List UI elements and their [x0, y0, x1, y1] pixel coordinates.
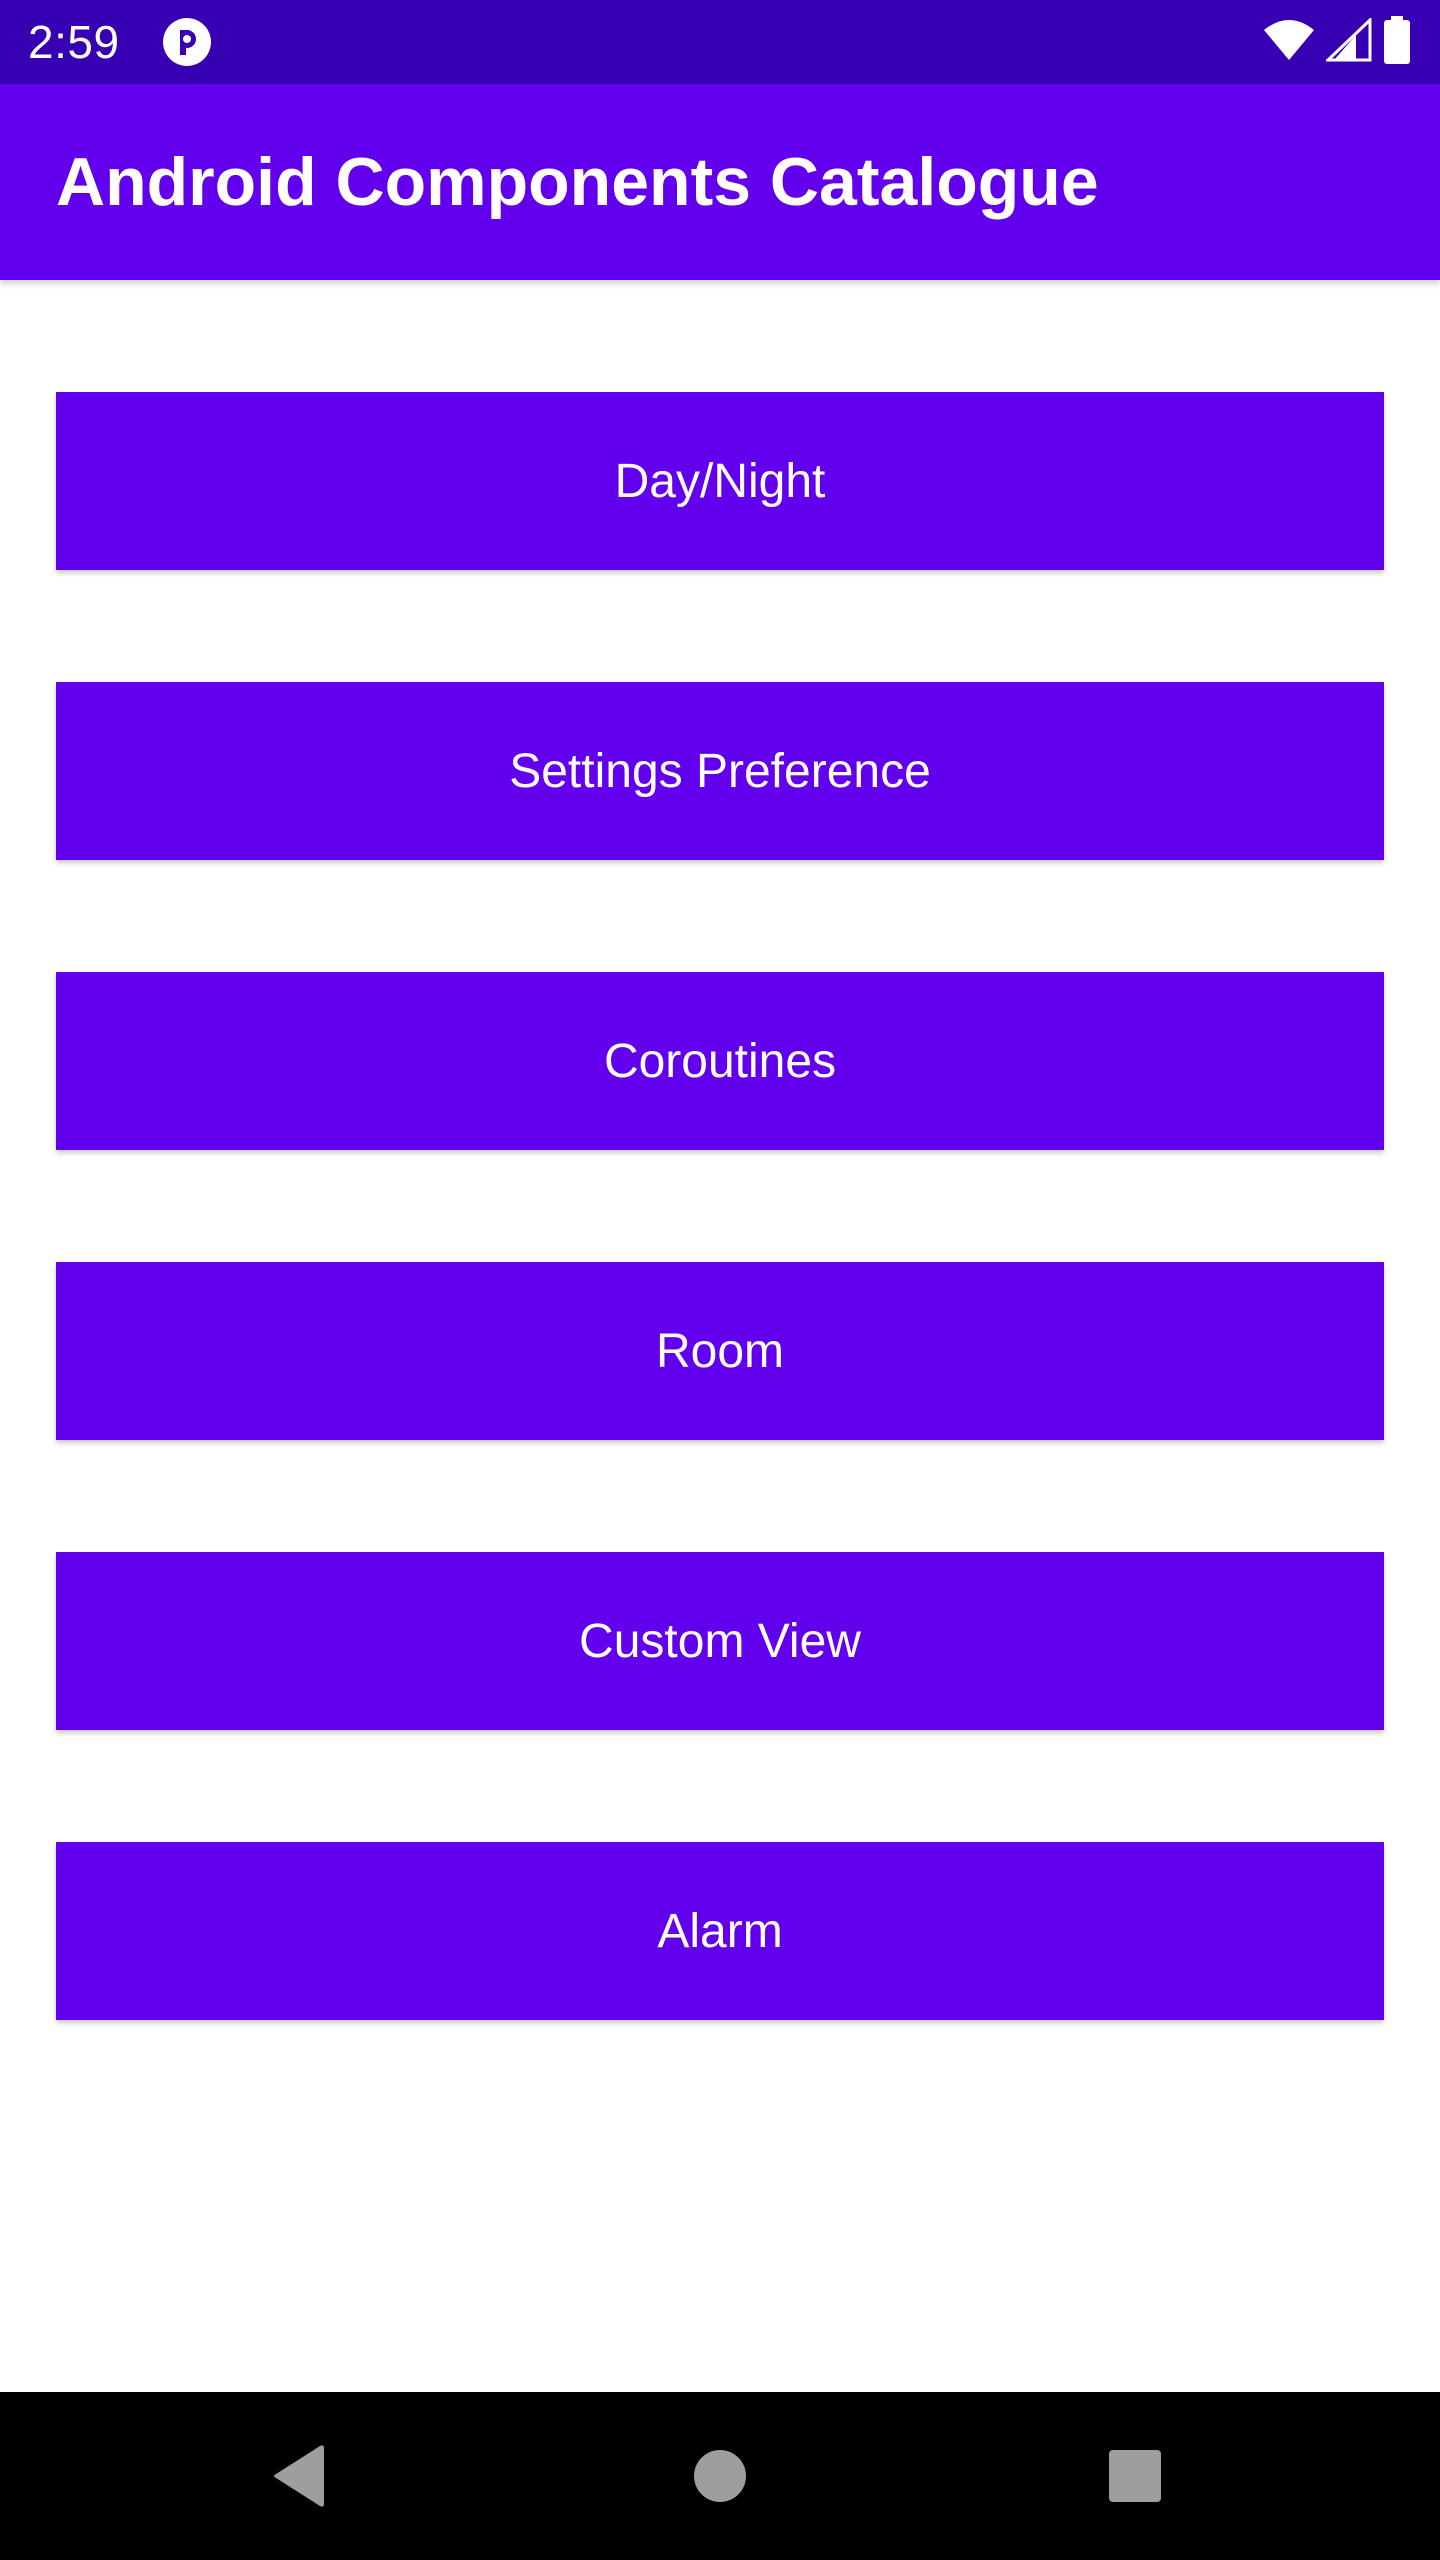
- alarm-button[interactable]: Alarm: [56, 1842, 1384, 2020]
- status-time: 2:59: [28, 16, 120, 68]
- recents-icon[interactable]: [1085, 2426, 1185, 2526]
- custom-view-button[interactable]: Custom View: [56, 1552, 1384, 1730]
- navigation-bar: [0, 2392, 1440, 2560]
- button-list: Day/Night Settings Preference Coroutines…: [0, 280, 1440, 2392]
- page-title: Android Components Catalogue: [56, 144, 1099, 220]
- settings-preference-button[interactable]: Settings Preference: [56, 682, 1384, 860]
- coroutines-button[interactable]: Coroutines: [56, 972, 1384, 1150]
- wifi-icon: [1262, 18, 1316, 67]
- app-notification-icon: [162, 17, 212, 67]
- cellular-signal-icon: [1324, 16, 1372, 67]
- status-icons: [1262, 15, 1412, 69]
- app-bar: Android Components Catalogue: [0, 84, 1440, 280]
- day-night-button[interactable]: Day/Night: [56, 392, 1384, 570]
- back-icon[interactable]: [250, 2426, 350, 2526]
- room-button[interactable]: Room: [56, 1262, 1384, 1440]
- status-bar: 2:59: [0, 0, 1440, 84]
- home-icon[interactable]: [670, 2426, 770, 2526]
- battery-icon: [1382, 15, 1412, 69]
